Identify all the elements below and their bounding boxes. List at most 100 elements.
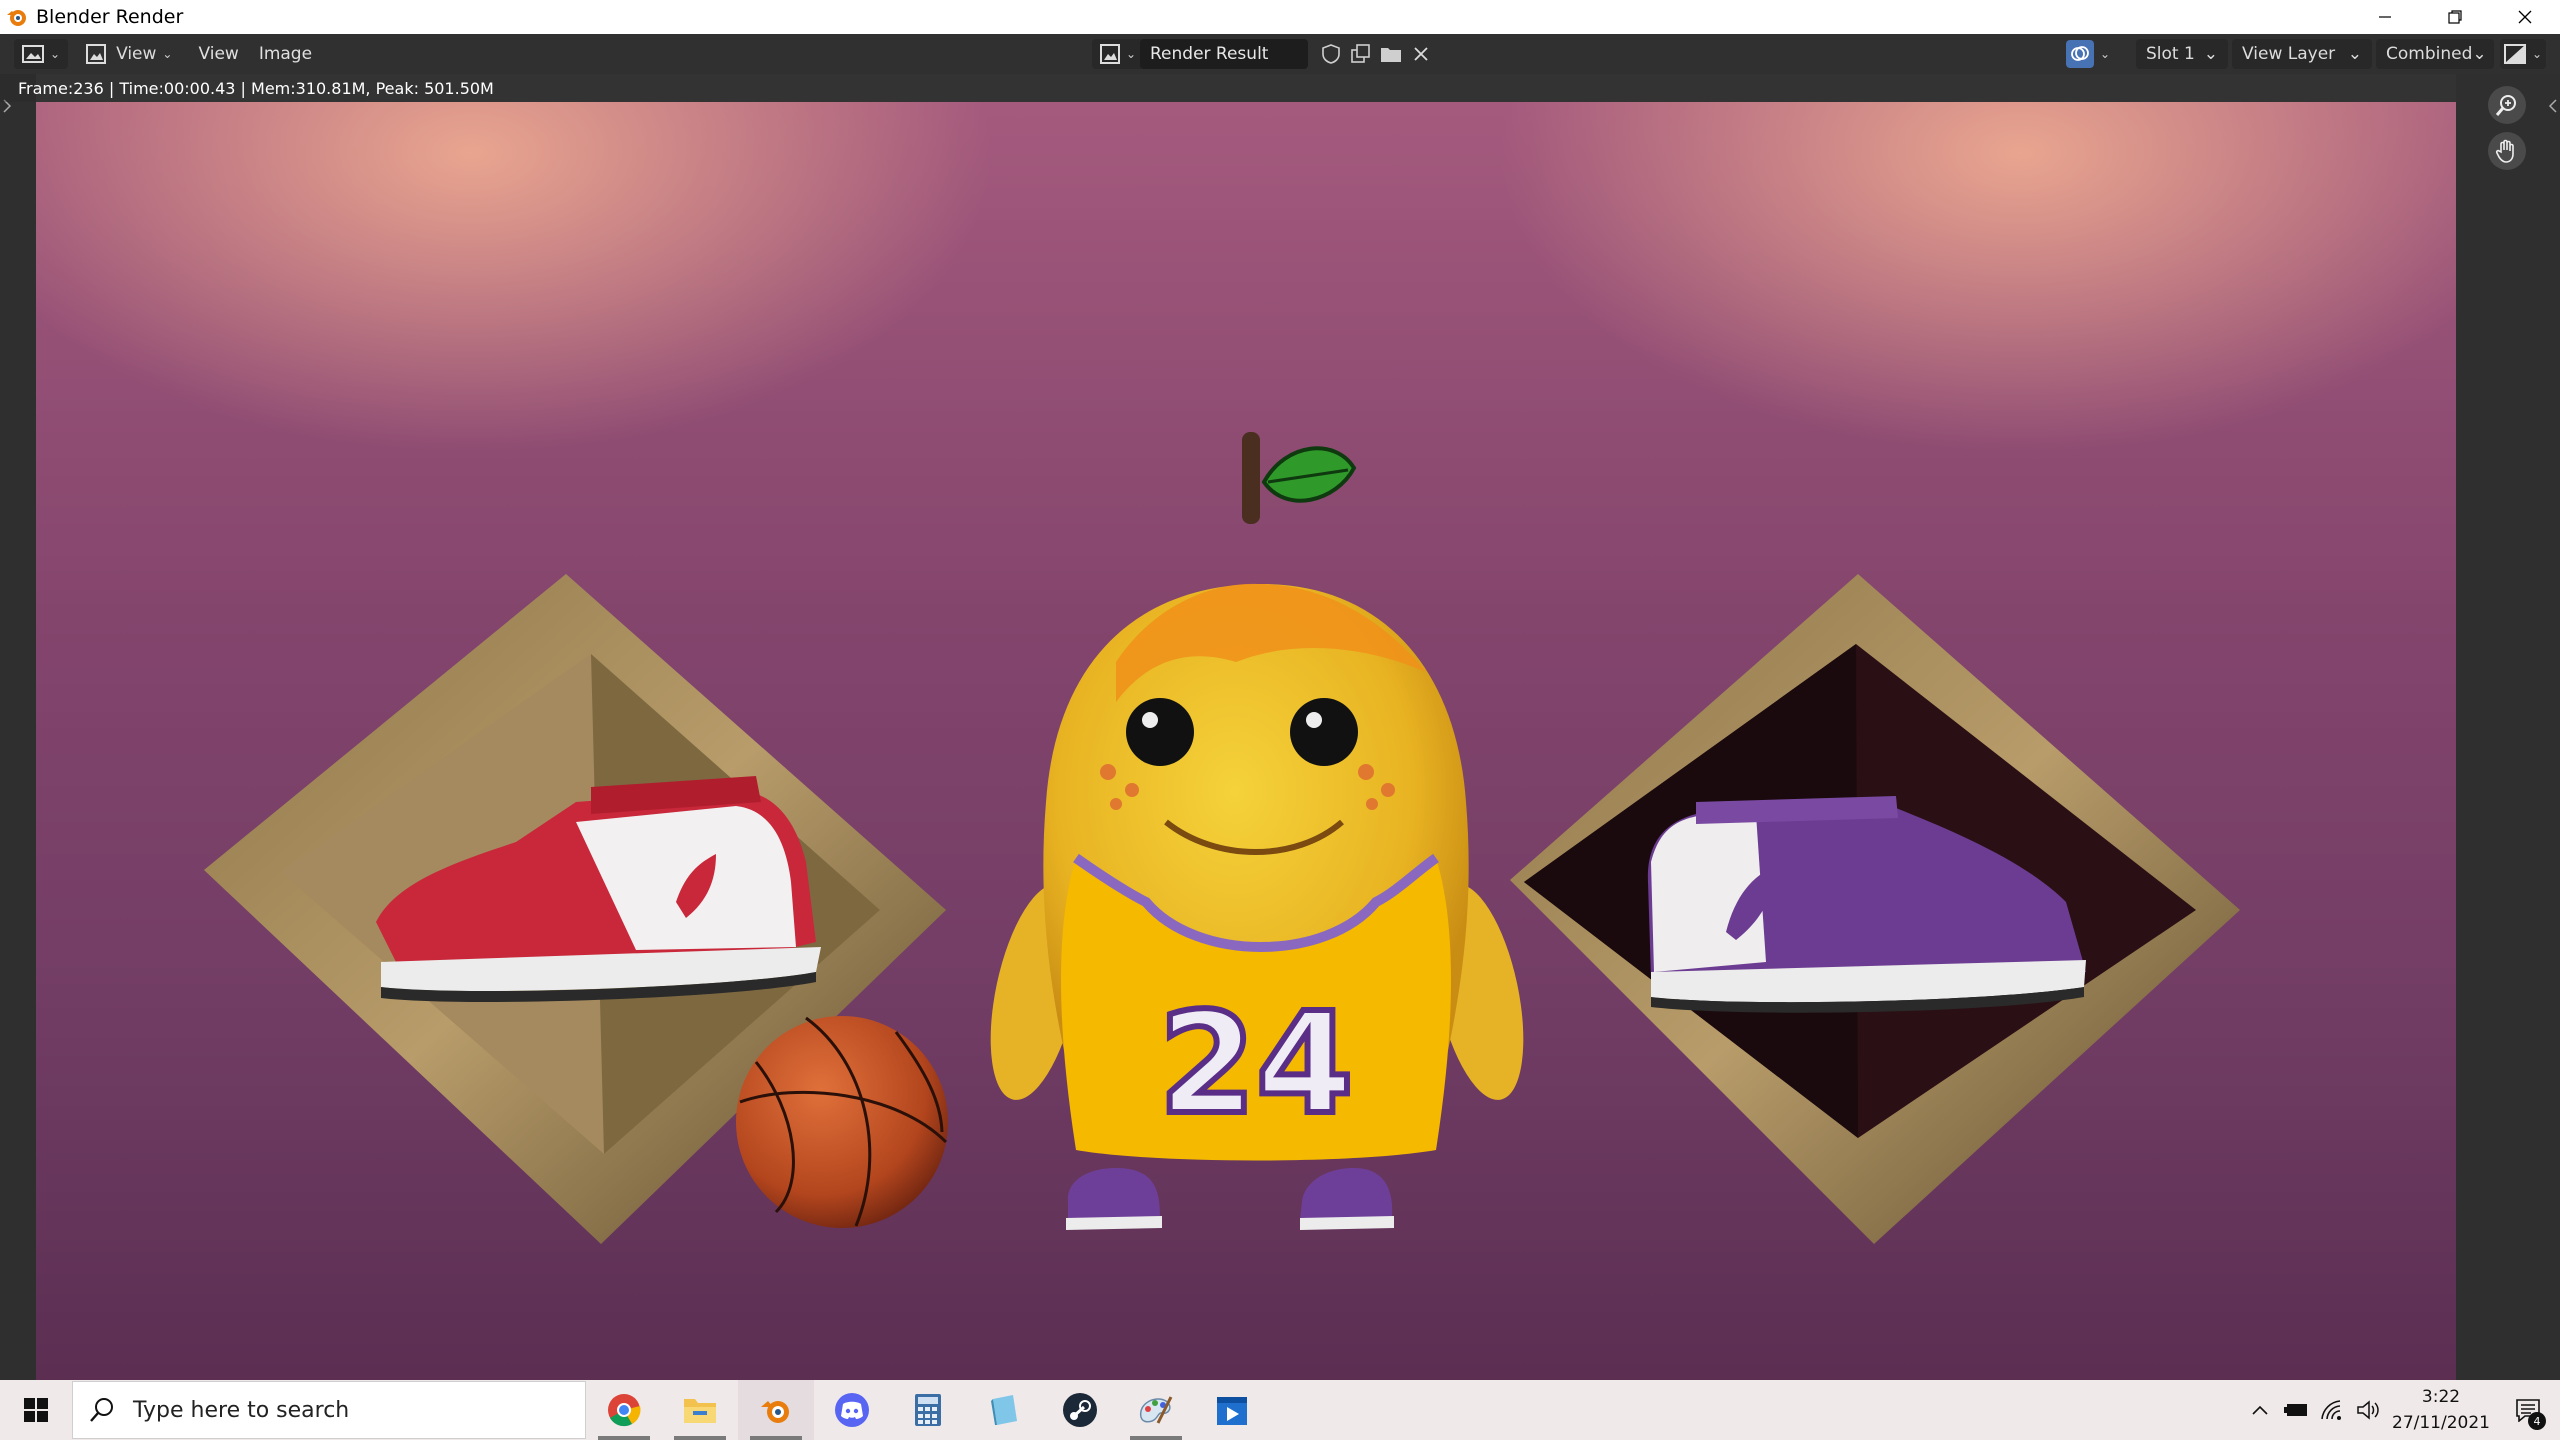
view-mode-label: View bbox=[116, 44, 157, 64]
overlay-icon bbox=[2066, 40, 2094, 68]
discord-icon bbox=[835, 1393, 869, 1427]
image-editor-header: ⌄ View ⌄ View Image ⌄ Render Result ⌄ Sl… bbox=[0, 34, 2560, 74]
taskbar-app-notepad[interactable] bbox=[966, 1380, 1042, 1440]
taskbar-app-file-explorer[interactable] bbox=[662, 1380, 738, 1440]
taskbar-app-media-player[interactable] bbox=[1194, 1380, 1270, 1440]
taskbar-app-discord[interactable] bbox=[814, 1380, 890, 1440]
menu-view[interactable]: View bbox=[188, 44, 248, 64]
taskbar-app-chrome[interactable] bbox=[586, 1380, 662, 1440]
view-layer-value: View Layer bbox=[2242, 44, 2336, 64]
steam-icon bbox=[1063, 1393, 1097, 1427]
battery-icon bbox=[2284, 1404, 2307, 1416]
restore-icon bbox=[2448, 10, 2462, 24]
folder-icon bbox=[684, 1399, 716, 1423]
sidebar-right bbox=[2456, 74, 2560, 1380]
minimize-icon bbox=[2379, 16, 2391, 18]
open-image-button[interactable] bbox=[1378, 41, 1404, 67]
taskbar-app-calculator[interactable] bbox=[890, 1380, 966, 1440]
mango-character: 24 bbox=[990, 432, 1524, 1230]
notification-count-badge: 4 bbox=[2528, 1412, 2546, 1430]
close-button[interactable] bbox=[2490, 0, 2560, 34]
chevron-down-icon: ⌄ bbox=[2532, 47, 2543, 61]
image-name-value: Render Result bbox=[1150, 44, 1269, 64]
clock-time: 3:22 bbox=[2421, 1387, 2461, 1407]
media-player-icon bbox=[1217, 1397, 1247, 1425]
window-title: Blender Render bbox=[36, 6, 184, 28]
image-editor-icon bbox=[22, 45, 44, 63]
blender-logo-icon bbox=[7, 10, 26, 26]
windows-logo-icon bbox=[24, 1398, 48, 1422]
restore-button[interactable] bbox=[2420, 0, 2490, 34]
unlink-image-button[interactable] bbox=[1408, 41, 1434, 67]
start-button[interactable] bbox=[0, 1380, 72, 1440]
taskbar-clock[interactable]: 3:22 27/11/2021 bbox=[2386, 1384, 2496, 1436]
image-viewport[interactable]: 24 Frame:236 | Time:00:00.43 | Mem:310.8… bbox=[0, 74, 2560, 1380]
slot-dropdown[interactable]: Slot 1 ⌄ bbox=[2136, 39, 2228, 69]
chevron-down-icon: ⌄ bbox=[162, 47, 173, 61]
menu-image[interactable]: Image bbox=[249, 44, 322, 64]
speaker-icon bbox=[2357, 1400, 2379, 1420]
chevron-down-icon: ⌄ bbox=[2472, 44, 2487, 64]
toolbar-left bbox=[0, 74, 36, 1380]
search-icon bbox=[90, 1398, 113, 1422]
render-info-text: Frame:236 | Time:00:00.43 | Mem:310.81M,… bbox=[18, 78, 494, 98]
duplicate-icon bbox=[1351, 44, 1370, 63]
taskbar-app-blender[interactable] bbox=[738, 1380, 814, 1440]
chevron-down-icon: ⌄ bbox=[50, 47, 61, 61]
pan-tool-button[interactable] bbox=[2488, 132, 2526, 170]
zoom-icon bbox=[2495, 95, 2516, 116]
chevron-down-icon: ⌄ bbox=[2203, 44, 2218, 64]
taskbar-search-box[interactable]: Type here to search bbox=[72, 1381, 586, 1439]
notepad-icon bbox=[991, 1395, 1017, 1425]
view-layer-dropdown[interactable]: View Layer ⌄ bbox=[2232, 39, 2372, 69]
chevron-down-icon: ⌄ bbox=[2100, 47, 2111, 61]
hand-icon bbox=[2495, 139, 2514, 163]
render-scene: 24 bbox=[204, 432, 2240, 1244]
overlay-toggle[interactable]: ⌄ bbox=[2062, 39, 2114, 69]
windows-taskbar: Type here to search 3:22 27/11/2021 4 bbox=[0, 1380, 2560, 1440]
render-info-bar: Frame:236 | Time:00:00.43 | Mem:310.81M,… bbox=[0, 74, 2456, 102]
display-channels-button[interactable]: ⌄ bbox=[2500, 39, 2547, 69]
view-mode-dropdown[interactable]: View ⌄ bbox=[78, 39, 180, 69]
image-browse-icon bbox=[1100, 44, 1120, 64]
fake-user-button[interactable] bbox=[1318, 41, 1344, 67]
window-titlebar: Blender Render bbox=[0, 0, 2560, 34]
network-button[interactable] bbox=[2314, 1380, 2350, 1440]
folder-icon bbox=[1381, 48, 1401, 62]
shield-icon bbox=[1322, 44, 1340, 64]
browse-image-button[interactable]: ⌄ bbox=[1092, 39, 1145, 69]
image-name-field[interactable]: Render Result bbox=[1140, 39, 1308, 69]
calculator-icon bbox=[915, 1394, 941, 1426]
display-channels-icon bbox=[2504, 44, 2526, 64]
basketball bbox=[736, 1016, 948, 1228]
taskbar-app-paint[interactable] bbox=[1118, 1380, 1194, 1440]
wifi-icon bbox=[2321, 1400, 2341, 1420]
slot-value: Slot 1 bbox=[2146, 44, 2195, 64]
image-icon bbox=[86, 44, 107, 64]
paint-icon bbox=[1140, 1396, 1173, 1424]
volume-button[interactable] bbox=[2350, 1380, 2386, 1440]
minimize-button[interactable] bbox=[2350, 0, 2420, 34]
render-pass-dropdown[interactable]: Combined ⌄ bbox=[2376, 39, 2494, 69]
close-icon bbox=[1414, 47, 1428, 61]
zoom-tool-button[interactable] bbox=[2488, 86, 2526, 124]
close-icon bbox=[2518, 10, 2532, 24]
clock-date: 27/11/2021 bbox=[2392, 1413, 2490, 1433]
editor-type-button[interactable]: ⌄ bbox=[14, 39, 69, 69]
chevron-down-icon: ⌄ bbox=[1126, 47, 1137, 61]
expand-sidebar-icon[interactable] bbox=[2548, 98, 2558, 114]
render-pass-value: Combined bbox=[2386, 44, 2473, 64]
render-result-image: 24 bbox=[36, 102, 2456, 1380]
search-placeholder: Type here to search bbox=[133, 1397, 350, 1423]
chevron-down-icon: ⌄ bbox=[2347, 44, 2362, 64]
chevron-up-icon bbox=[2252, 1405, 2268, 1415]
chrome-icon bbox=[608, 1394, 641, 1427]
system-tray: 3:22 27/11/2021 4 bbox=[2242, 1380, 2560, 1440]
blender-icon bbox=[761, 1401, 789, 1423]
battery-button[interactable] bbox=[2278, 1380, 2314, 1440]
duplicate-image-button[interactable] bbox=[1348, 41, 1374, 67]
jersey-number: 24 bbox=[1159, 983, 1354, 1146]
taskbar-app-steam[interactable] bbox=[1042, 1380, 1118, 1440]
show-hidden-icons-button[interactable] bbox=[2242, 1380, 2278, 1440]
notification-center-button[interactable]: 4 bbox=[2496, 1380, 2560, 1440]
